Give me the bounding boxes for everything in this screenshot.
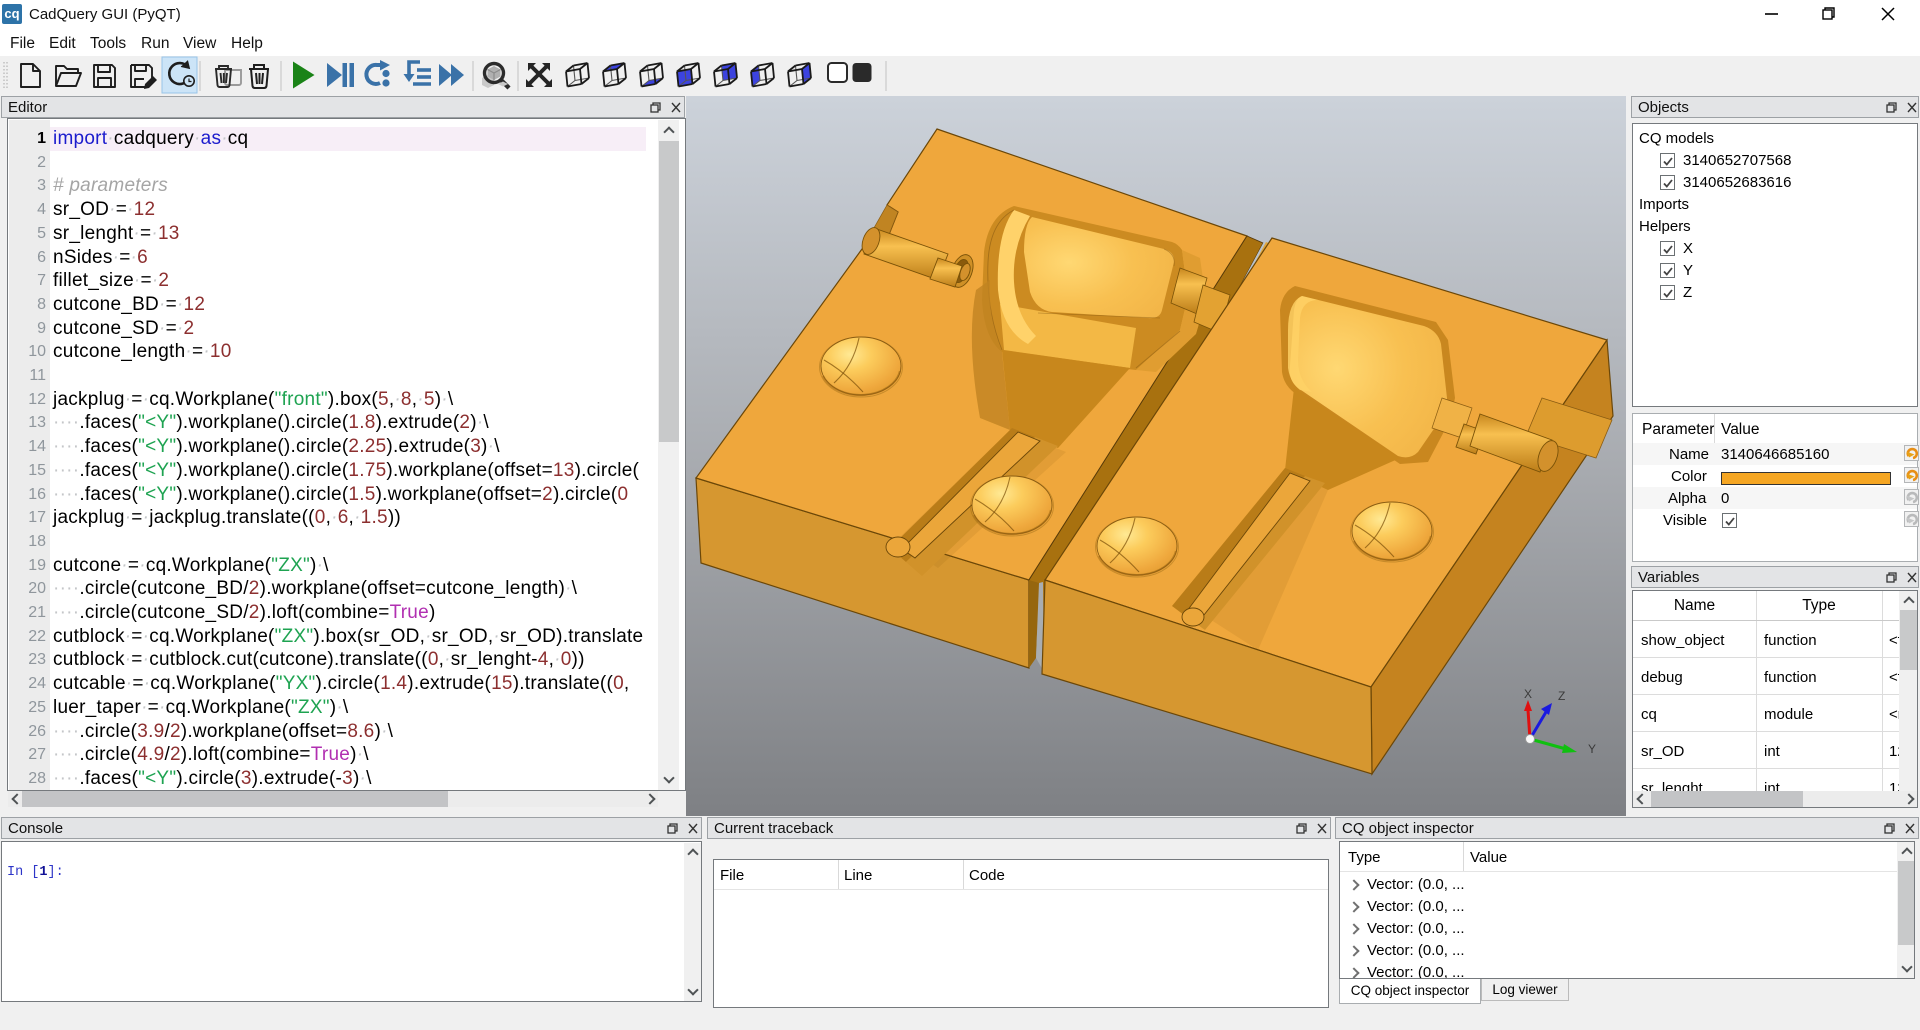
svg-text:X: X [1524, 687, 1532, 701]
svg-text:Z: Z [1558, 689, 1565, 703]
svg-text:Y: Y [1588, 742, 1596, 756]
